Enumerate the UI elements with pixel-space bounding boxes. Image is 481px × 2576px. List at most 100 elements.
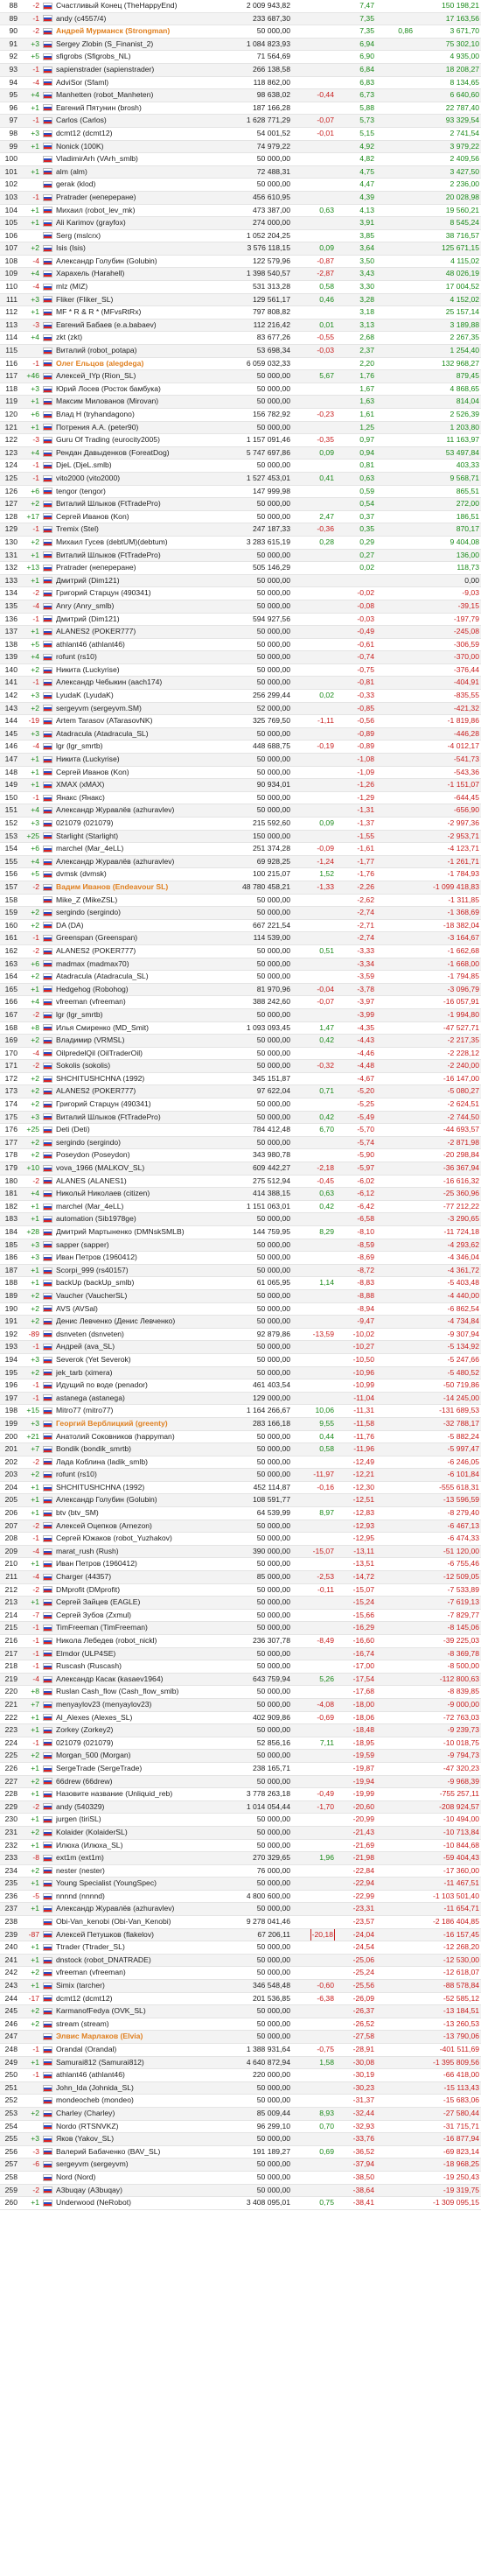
participant-name-cell[interactable]: Влад Н (tryhandagono) [54,408,210,422]
participant-link[interactable]: sfigrobs (Sfigrobs_NL) [56,52,131,60]
participant-link[interactable]: automation (Sib1978ge) [56,1214,136,1223]
participant-link[interactable]: sergindo (sergindo) [56,1138,121,1147]
participant-link[interactable]: Nonick (100K) [56,142,103,151]
participant-link[interactable]: Григорий Старцун (490341) [56,1099,151,1108]
participant-link[interactable]: Яков (Yakov_SL) [56,2134,114,2143]
participant-link[interactable]: DA (DA) [56,921,84,930]
participant-name-cell[interactable]: dvmsk (dvmsk) [54,867,210,881]
participant-link[interactable]: tengor (tengor) [56,487,106,495]
participant-name-cell[interactable]: Pratrader (непереране) [54,191,210,205]
participant-link[interactable]: andy (c4557/4) [56,14,106,23]
participant-name-cell[interactable]: TimFreeman (TimFreeman) [54,1621,210,1635]
participant-name-cell[interactable]: Сергей Зайцев (EAGLE) [54,1596,210,1610]
participant-link[interactable]: AVS (AVSal) [56,1304,98,1313]
participant-link[interactable]: mondeocheb (mondeo) [56,2095,134,2104]
participant-link[interactable]: Al_Alexes (Alexes_SL) [56,1713,132,1722]
participant-name-cell[interactable]: Алексей Оцепков (Arnezon) [54,1520,210,1534]
participant-name-cell[interactable]: backUp (backUp_smlb) [54,1276,210,1290]
participant-link[interactable]: Morgan_500 (Morgan) [56,1751,131,1759]
participant-name-cell[interactable]: andy (c4557/4) [54,12,210,26]
participant-name-cell[interactable]: tengor (tengor) [54,485,210,499]
participant-name-cell[interactable]: Иван Петров (1960412) [54,1251,210,1265]
participant-name-cell[interactable]: Atadracula (Atadracula_SL) [54,727,210,741]
participant-link[interactable]: Nord (Nord) [56,2172,95,2181]
participant-link[interactable]: Вадим Иванов (Endeavour SL) [56,882,168,891]
participant-name-cell[interactable]: Денис Левченко (Денис Левченко) [54,1315,210,1329]
participant-link[interactable]: Денис Левченко (Денис Левченко) [56,1316,175,1325]
participant-name-cell[interactable]: vito2000 (vito2000) [54,472,210,486]
participant-name-cell[interactable]: John_Ida (Johnida_SL) [54,2081,210,2095]
participant-name-cell[interactable]: 021079 (021079) [54,817,210,831]
participant-link[interactable]: vfreeman (vfreeman) [56,1968,126,1976]
participant-name-cell[interactable]: Лада Коблина (ladik_smlb) [54,1456,210,1470]
participant-name-cell[interactable]: LyudaK (LyudaK) [54,689,210,703]
participant-name-cell[interactable]: Deti (Deti) [54,1123,210,1137]
participant-link[interactable]: Mitro77 (mitro77) [56,1406,113,1414]
participant-link[interactable]: Sergey Zlobin (S_Finanist_2) [56,39,153,48]
participant-link[interactable]: SHCHITUSHCHNA (1992) [56,1074,144,1083]
participant-name-cell[interactable]: sfigrobs (Sfigrobs_NL) [54,50,210,64]
participant-name-cell[interactable]: Underwood (NeRobot) [54,2196,210,2210]
participant-name-cell[interactable]: ALANES2 (POKER777) [54,944,210,958]
participant-link[interactable]: dsnveten (dsnveten) [56,1330,124,1338]
participant-link[interactable]: Tremix (Stel) [56,524,99,533]
participant-link[interactable]: Дмитрий (Dim121) [56,576,120,585]
participant-link[interactable]: lgr (lgr_smrtb) [56,741,102,750]
participant-link[interactable]: dvmsk (dvmsk) [56,869,107,878]
participant-name-cell[interactable]: jek_tarb (ximera) [54,1366,210,1380]
participant-link[interactable]: Юрий Лосев (Росток бамбука) [56,384,161,393]
participant-name-cell[interactable]: Charley (Charley) [54,2107,210,2121]
participant-name-cell[interactable]: Mike_Z (MikeZSL) [54,894,210,908]
participant-link[interactable]: Carlos (Carlos) [56,116,107,124]
participant-name-cell[interactable]: Greenspan (Greenspan) [54,931,210,945]
participant-name-cell[interactable]: Bondik (bondik_smrtb) [54,1442,210,1456]
participant-name-cell[interactable]: Artem Tarasov (ATarasovNK) [54,714,210,728]
participant-name-cell[interactable]: Morgan_500 (Morgan) [54,1749,210,1763]
participant-link[interactable]: Charley (Charley) [56,2109,115,2117]
participant-name-cell[interactable]: Zorkey (Zorkey2) [54,1723,210,1737]
participant-name-cell[interactable]: sergindo (sergindo) [54,1136,210,1150]
participant-name-cell[interactable]: nnnnd (nnnnd) [54,1890,210,1904]
participant-link[interactable]: Severok (Yet Severok) [56,1355,131,1364]
participant-link[interactable]: menyaylov23 (menyaylov23) [56,1700,151,1709]
participant-name-cell[interactable]: Young Specialist (YoungSpec) [54,1877,210,1891]
participant-name-cell[interactable]: Георгий Верблицкий (greenty) [54,1417,210,1431]
participant-name-cell[interactable]: menyaylov23 (menyaylov23) [54,1698,210,1712]
participant-name-cell[interactable]: Валерий Бабаченко (BAV_SL) [54,2145,210,2159]
participant-name-cell[interactable]: mlz (MIZ) [54,280,210,294]
participant-name-cell[interactable]: dnstock (robot_DNATRADE) [54,1954,210,1968]
participant-link[interactable]: DMprofit (DMprofit) [56,1585,120,1594]
participant-link[interactable]: Александр Чебыкин (aach174) [56,677,162,686]
participant-link[interactable]: John_Ida (Johnida_SL) [56,2083,134,2092]
participant-link[interactable]: VladimirArh (VArh_smlb) [56,154,138,163]
participant-link[interactable]: ALANES (ALANES1) [56,1176,127,1185]
participant-name-cell[interactable]: Nonick (100K) [54,140,210,154]
participant-name-cell[interactable]: Александр Журавлёв (azhuravlev) [54,855,210,869]
participant-link[interactable]: Иван Петров (1960412) [56,1253,137,1261]
participant-name-cell[interactable]: btv (btv_SM) [54,1506,210,1520]
participant-link[interactable]: lgr (lgr_smrtb) [56,1010,102,1019]
participant-name-cell[interactable]: Яков (Yakov_SL) [54,2132,210,2146]
participant-link[interactable]: astanega (astanega) [56,1393,125,1402]
participant-name-cell[interactable]: vfreeman (vfreeman) [54,1966,210,1981]
participant-name-cell[interactable]: Александр Голубин (Golubin) [54,1493,210,1508]
participant-name-cell[interactable]: athlant46 (athlant46) [54,638,210,652]
participant-link[interactable]: Pratrader (непереране) [56,193,136,201]
participant-name-cell[interactable]: Mitro77 (mitro77) [54,1404,210,1418]
participant-link[interactable]: Потрения А.А. (peter90) [56,423,138,432]
participant-link[interactable]: Михаил Гусев (debtUM)(debtum) [56,537,168,546]
participant-link[interactable]: Artem Tarasov (ATarasovNK) [56,716,152,725]
participant-link[interactable]: Алексей Оцепков (Arnezon) [56,1521,152,1530]
participant-name-cell[interactable]: Виталий Шлыков (FtTradePro) [54,497,210,511]
participant-link[interactable]: Александр Касак (kasaev1964) [56,1674,163,1683]
participant-link[interactable]: alm (alm) [56,167,87,176]
participant-name-cell[interactable]: gerak (klod) [54,178,210,192]
participant-link[interactable]: Максим Милованов (Mirovan) [56,397,158,405]
participant-name-cell[interactable]: ext1m (ext1m) [54,1851,210,1865]
participant-name-cell[interactable]: Сергей Иванов (Kon) [54,766,210,780]
participant-link[interactable]: nnnnd (nnnnd) [56,1892,105,1900]
participant-link[interactable]: marchel (Mar_4eLL) [56,844,123,853]
participant-link[interactable]: backUp (backUp_smlb) [56,1278,134,1287]
participant-link[interactable]: XMAX (xMAX) [56,780,104,789]
participant-link[interactable]: OilpredelQil (OilTraderOil) [56,1049,143,1057]
